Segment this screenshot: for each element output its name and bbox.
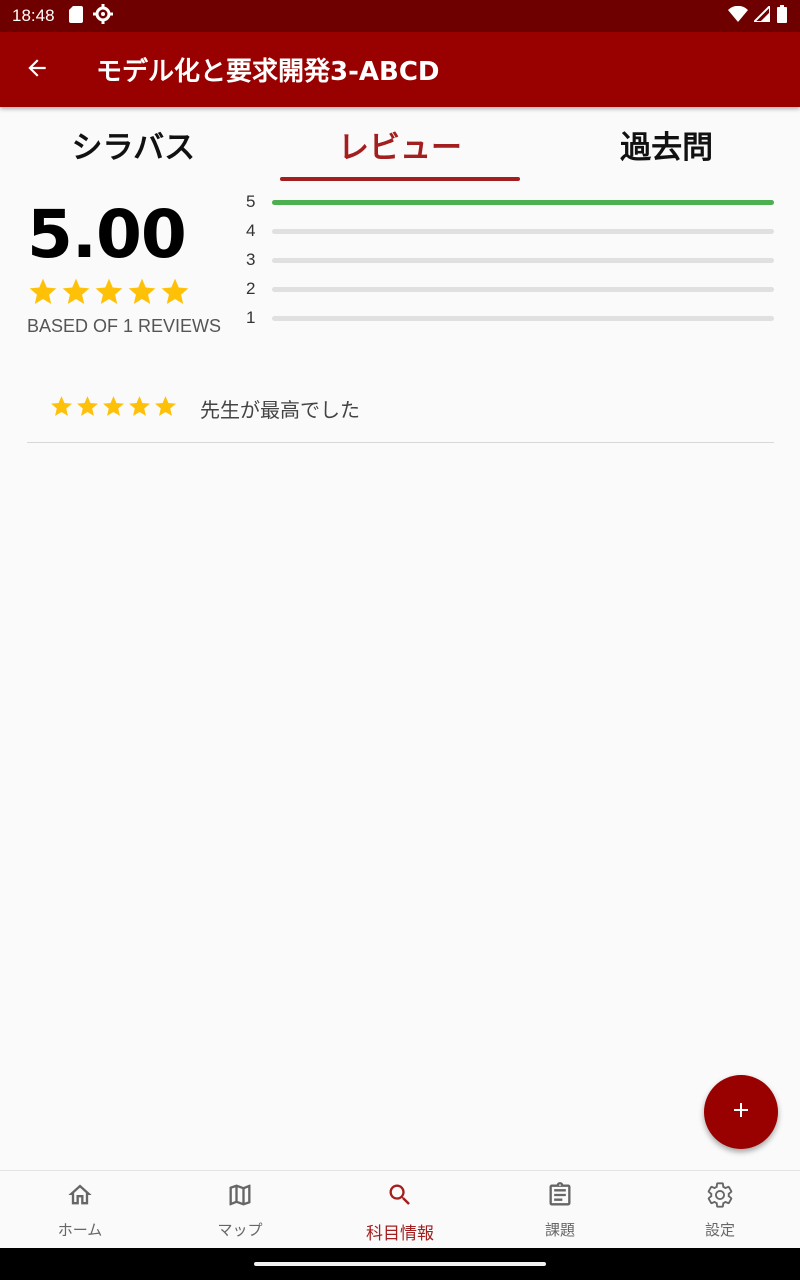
review-text: 先生が最高でした [200, 398, 360, 422]
rating-bar-label: 2 [246, 279, 256, 298]
rating-bar-label: 3 [246, 250, 256, 269]
rating-bar-label: 4 [246, 221, 256, 240]
rating-bar-row: 5 [246, 190, 776, 214]
average-rating: 5.00 [27, 196, 187, 273]
sd-card-icon [68, 5, 83, 27]
star-icon [95, 278, 123, 304]
star-icon [62, 278, 90, 304]
rating-bar-row: 3 [246, 248, 776, 272]
status-bar: 18:48 [0, 0, 800, 32]
rating-bar-track [272, 315, 774, 321]
rating-bar-track [272, 228, 774, 234]
rating-bar-row: 1 [246, 306, 776, 330]
map-icon [226, 1181, 254, 1213]
rating-bar-fill [272, 199, 774, 205]
system-nav-bar [0, 1248, 800, 1280]
rating-bar-track [272, 257, 774, 263]
star-icon [103, 396, 124, 416]
gear-icon [706, 1181, 734, 1213]
page-title: モデル化と要求開発3-ABCD [96, 57, 440, 87]
star-icon [29, 278, 57, 304]
clipboard-icon [546, 1181, 574, 1213]
wifi-icon [728, 5, 748, 26]
rating-bar-row: 4 [246, 219, 776, 243]
nav-course-info-label: 科目情報 [366, 1224, 434, 1244]
settings-status-icon [92, 4, 113, 28]
tab-past-exams[interactable]: 過去問 [533, 107, 800, 182]
star-icon [77, 396, 98, 416]
star-icon [155, 396, 176, 416]
plus-icon [729, 1098, 753, 1126]
rating-bar-label: 5 [246, 192, 256, 211]
battery-icon [776, 5, 788, 27]
rating-bar-row: 2 [246, 277, 776, 301]
search-icon [386, 1181, 414, 1213]
review-item: 先生が最高でした [27, 385, 774, 443]
rating-bar-label: 1 [246, 308, 256, 327]
average-stars [27, 276, 191, 308]
signal-icon [751, 3, 771, 26]
nav-course-info[interactable]: 科目情報 [320, 1171, 480, 1248]
nav-settings[interactable]: 設定 [640, 1171, 800, 1248]
star-icon [161, 278, 189, 304]
nav-map[interactable]: マップ [160, 1171, 320, 1248]
app-bar: モデル化と要求開発3-ABCD [0, 32, 800, 107]
star-icon [129, 396, 150, 416]
nav-assignments-label: 課題 [544, 1221, 575, 1239]
status-time: 18:48 [12, 6, 55, 25]
star-icon [128, 278, 156, 304]
review-count-text: BASED OF 1 REVIEWS [27, 316, 222, 336]
arrow-back-icon [24, 55, 50, 85]
review-stars [49, 394, 178, 419]
nav-map-label: マップ [217, 1221, 263, 1239]
rating-bar-track [272, 286, 774, 292]
nav-home-label: ホーム [57, 1221, 103, 1239]
home-gesture-handle[interactable] [254, 1262, 546, 1266]
rating-bar-track [272, 199, 774, 205]
back-button[interactable] [0, 32, 74, 107]
star-icon [51, 396, 72, 416]
tab-bar: シラバス レビュー 過去問 [0, 107, 800, 182]
nav-assignments[interactable]: 課題 [480, 1171, 640, 1248]
nav-home[interactable]: ホーム [0, 1171, 160, 1248]
tab-review[interactable]: レビュー [267, 107, 534, 182]
tab-indicator [280, 177, 520, 181]
home-icon [66, 1181, 94, 1213]
add-review-button[interactable] [704, 1075, 778, 1149]
tab-syllabus[interactable]: シラバス [0, 107, 267, 182]
bottom-nav: ホーム マップ 科目情報 課題 設定 [0, 1170, 800, 1248]
nav-settings-label: 設定 [704, 1221, 735, 1239]
